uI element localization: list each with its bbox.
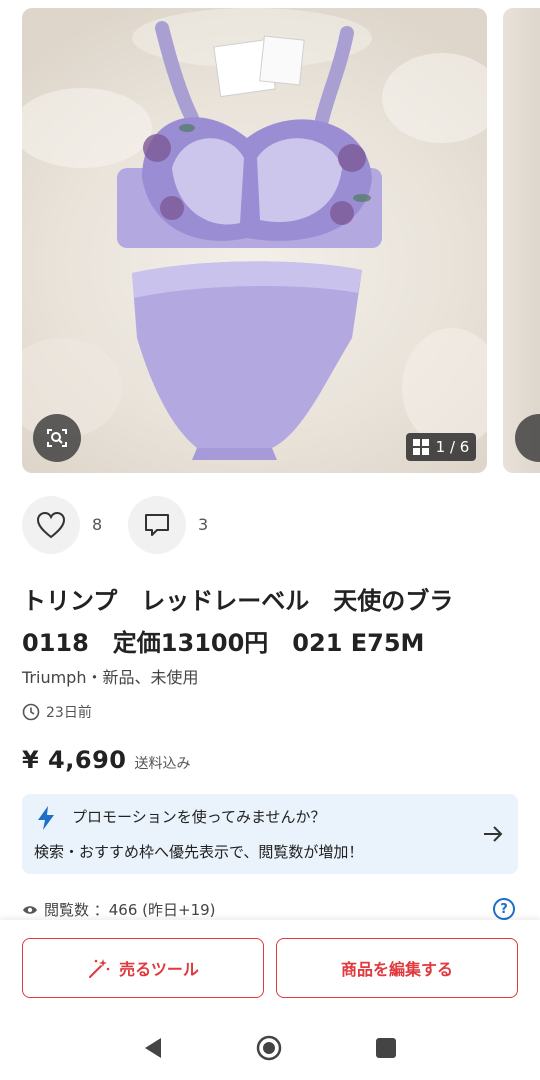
comment-button[interactable] — [128, 496, 186, 554]
photo-counter[interactable]: 1 / 6 — [406, 433, 476, 461]
next-photo-preview[interactable] — [503, 8, 540, 473]
lens-icon — [47, 429, 67, 447]
item-title-line2: 0118 定価13100円 021 E75M — [22, 629, 425, 657]
promotion-subtitle: 検索・おすすめ枠へ優先表示で、閲覧数が増加！ — [34, 843, 364, 861]
promotion-title: プロモーションを使ってみませんか？ — [72, 808, 326, 826]
item-title: トリンプ レッドレーベル 天使のブラ 0118 定価13100円 021 E75… — [22, 580, 527, 664]
edit-item-button[interactable]: 商品を編集する — [276, 938, 518, 998]
image-search-button[interactable] — [33, 414, 81, 462]
photo-counter-text: 1 / 6 — [435, 438, 470, 456]
like-button[interactable] — [22, 496, 80, 554]
item-title-line1: トリンプ レッドレーベル 天使のブラ — [22, 587, 454, 615]
comment-icon — [145, 514, 169, 536]
price: ¥ 4,690 — [22, 746, 127, 774]
sell-tools-label: 売るツール — [119, 960, 199, 979]
views-stat: 閲覧数 ：466 (昨日+19) — [22, 899, 216, 920]
clock-icon — [22, 703, 40, 721]
back-icon[interactable] — [143, 1037, 163, 1059]
views-text: 閲覧数 ：466 (昨日+19) — [44, 901, 216, 919]
help-icon[interactable]: ? — [493, 898, 515, 920]
likes-count: 8 — [92, 515, 103, 534]
product-photo[interactable] — [22, 8, 487, 473]
edit-item-label: 商品を編集する — [340, 960, 453, 979]
posted-time: 23日前 — [22, 702, 92, 722]
eye-icon — [23, 905, 37, 914]
magic-wand-icon — [89, 959, 110, 978]
comments-count: 3 — [198, 515, 209, 534]
home-icon[interactable] — [256, 1035, 282, 1061]
shipping-note: 送料込み — [134, 756, 191, 772]
posted-time-text: 23日前 — [46, 705, 92, 721]
arrow-right-icon — [484, 826, 503, 842]
heart-icon — [36, 511, 66, 539]
product-image-illustration — [22, 8, 487, 460]
sell-tools-button[interactable]: 売るツール — [22, 938, 264, 998]
grid-icon — [412, 439, 429, 455]
recents-icon[interactable] — [376, 1038, 396, 1058]
promotion-card[interactable]: プロモーションを使ってみませんか？ 検索・おすすめ枠へ優先表示で、閲覧数が増加！ — [22, 794, 518, 874]
lightning-icon — [38, 806, 54, 830]
price-row: ¥ 4,690 送料込み — [22, 746, 190, 774]
brand-condition[interactable]: Triumph・新品、未使用 — [22, 664, 198, 688]
system-navigation-bar — [0, 1020, 540, 1080]
